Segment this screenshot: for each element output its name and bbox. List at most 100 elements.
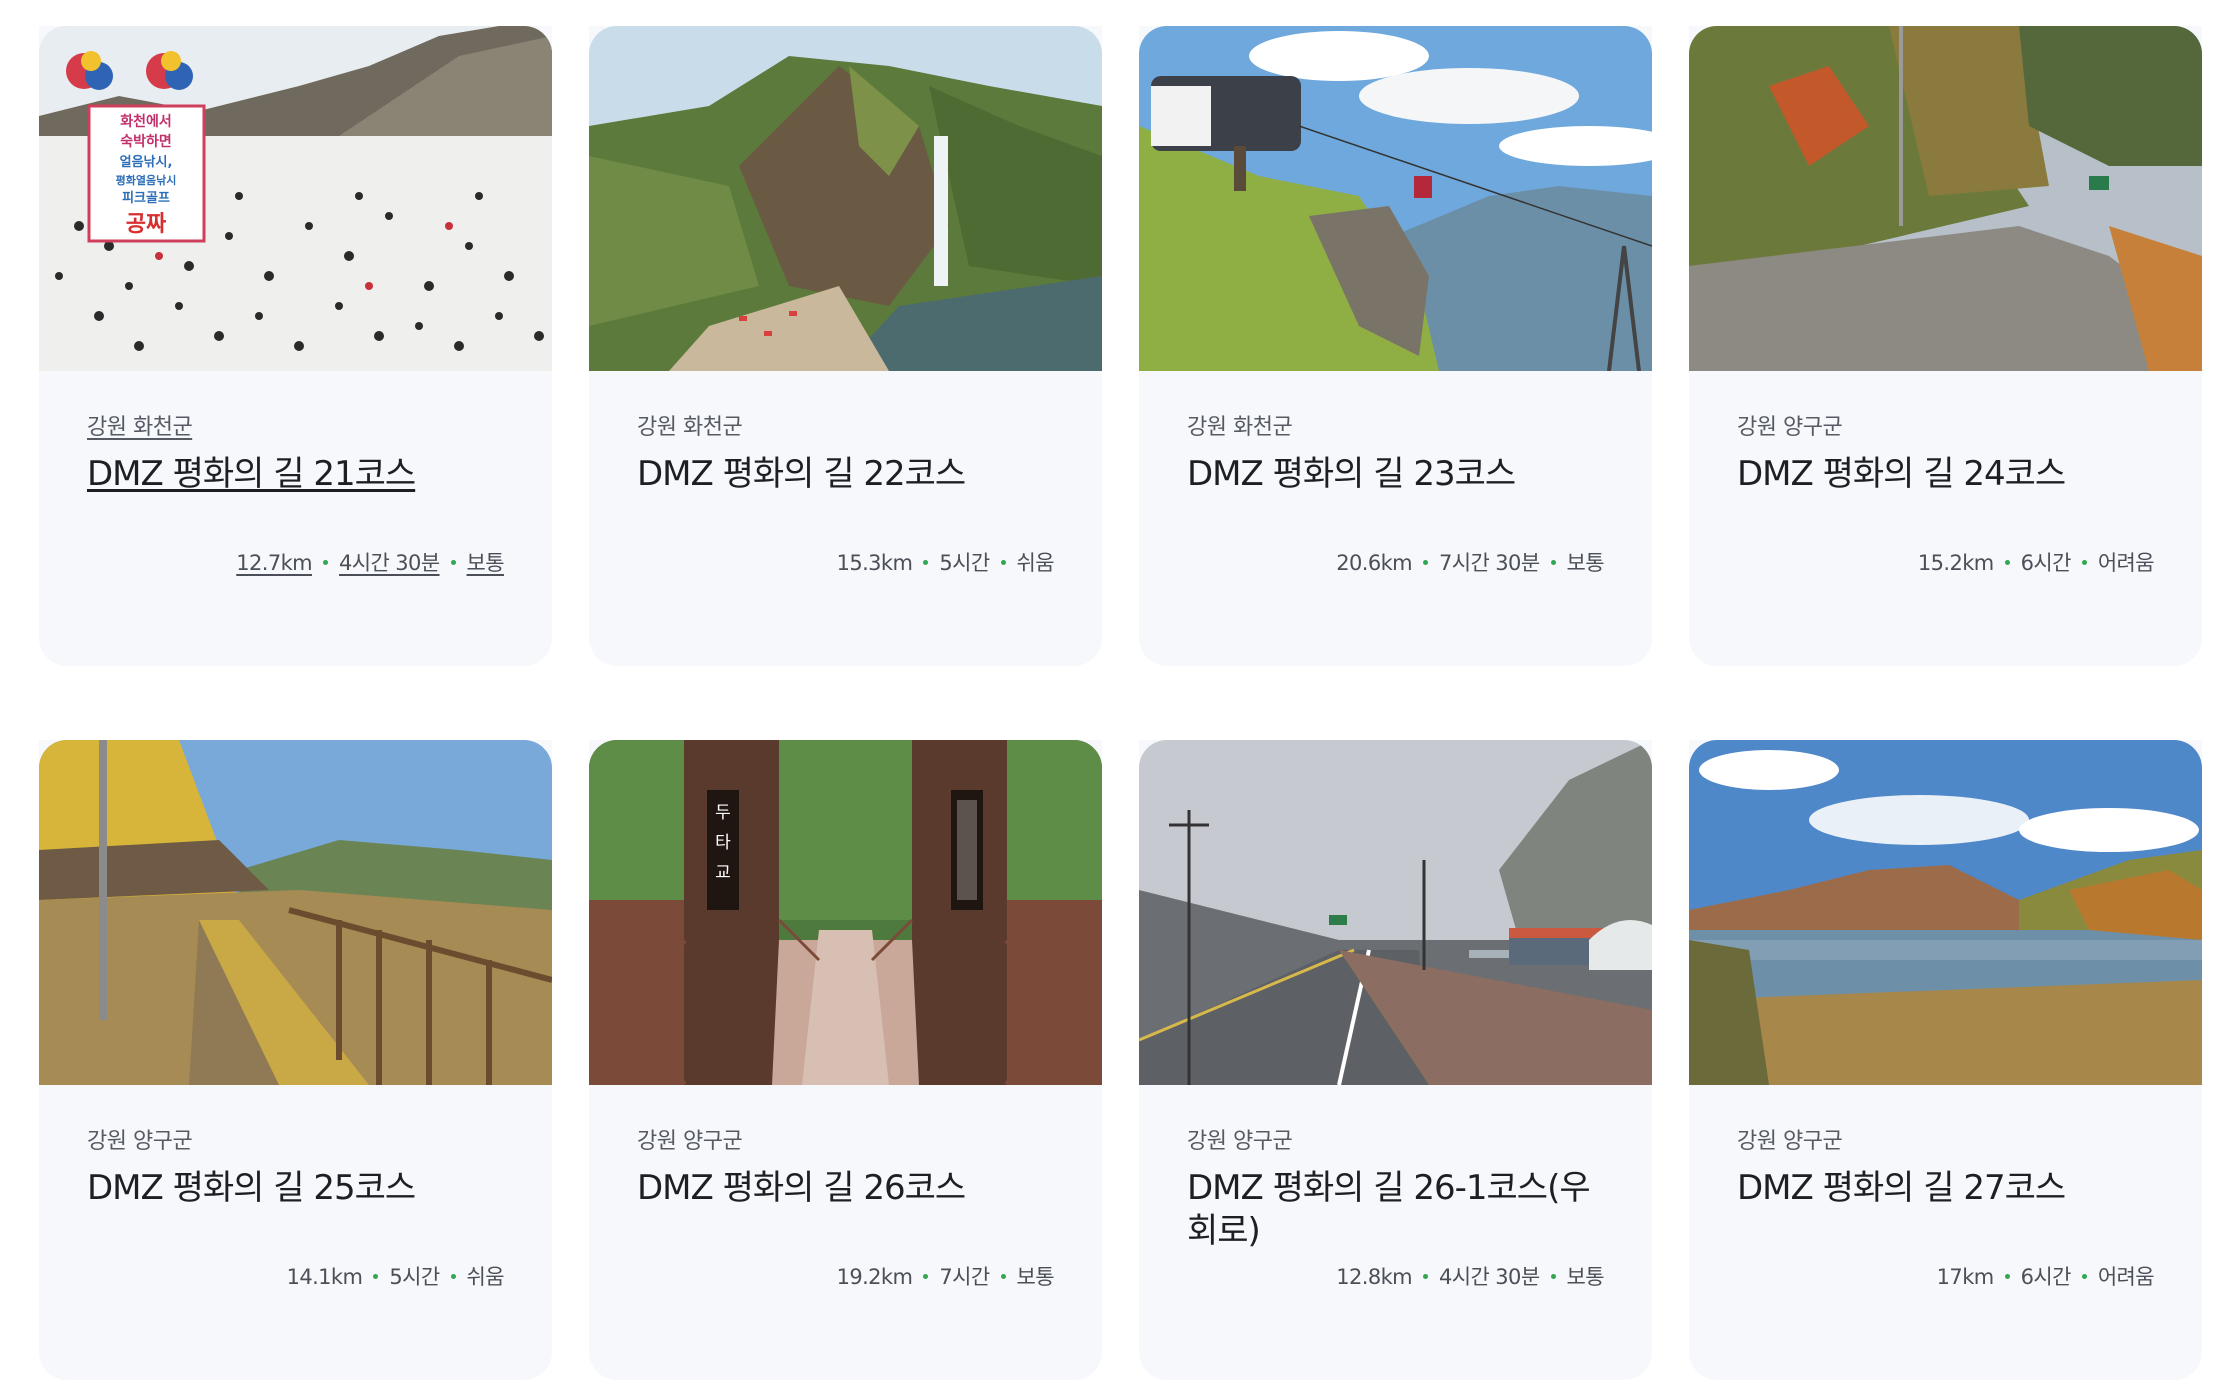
course-meta: 14.1km 5시간 쉬움 — [286, 1261, 505, 1291]
bridge-sign-char-1: 두 — [715, 803, 731, 823]
course-title[interactable]: DMZ 평화의 길 22코스 — [637, 453, 1057, 496]
course-info: 강원 양구군 DMZ 평화의 길 26코스 19.2km 7시간 보통 — [589, 1085, 1102, 1380]
separator-dot — [450, 559, 456, 565]
course-thumbnail[interactable]: 두 타 교 — [589, 740, 1102, 1085]
separator-dot — [1000, 1273, 1006, 1279]
course-difficulty: 쉬움 — [1016, 551, 1055, 575]
course-distance: 14.1km — [286, 1265, 363, 1289]
separator-dot — [1550, 1273, 1556, 1279]
course-distance: 15.3km — [836, 551, 913, 575]
course-duration: 7시간 — [939, 1265, 990, 1289]
separator-dot — [923, 559, 929, 565]
course-card[interactable]: 강원 양구군 DMZ 평화의 길 26-1코스(우회로) 12.8km 4시간 3… — [1139, 740, 1652, 1380]
course-distance: 17km — [1936, 1265, 1995, 1289]
course-distance: 15.2km — [1917, 551, 1994, 575]
foggy-road-image — [1139, 740, 1652, 1085]
separator-dot — [1000, 559, 1006, 565]
course-difficulty: 보통 — [1566, 1265, 1605, 1289]
course-title[interactable]: DMZ 평화의 길 23코스 — [1187, 453, 1607, 496]
course-difficulty: 보통 — [466, 551, 505, 575]
course-distance: 12.7km — [236, 551, 313, 575]
ice-festival-image: 화천에서 숙박하면 얼음낚시, 평화열음낚시 피크골프 공짜 — [39, 26, 552, 371]
course-region: 강원 화천군 — [637, 415, 743, 440]
course-duration: 5시간 — [939, 551, 990, 575]
course-difficulty: 보통 — [1566, 551, 1605, 575]
banner-line-2: 숙박하면 — [120, 133, 172, 150]
separator-dot — [450, 1273, 456, 1279]
course-region: 강원 양구군 — [1737, 1129, 1843, 1154]
course-card[interactable]: 강원 양구군 DMZ 평화의 길 24코스 15.2km 6시간 어려움 — [1689, 26, 2202, 666]
bridge-sign-char-2: 타 — [715, 833, 731, 853]
course-title[interactable]: DMZ 평화의 길 25코스 — [87, 1167, 507, 1210]
separator-dot — [373, 1273, 379, 1279]
separator-dot — [1423, 559, 1429, 565]
bridge-sign-char-3: 교 — [715, 863, 731, 883]
boardwalk-image — [39, 740, 552, 1085]
separator-dot — [2081, 559, 2087, 565]
course-card[interactable]: 두 타 교 강원 양구군 DMZ 평화의 길 26코스 19.2km 7시간 보통 — [589, 740, 1102, 1380]
course-meta: 17km 6시간 어려움 — [1936, 1261, 2155, 1291]
course-region: 강원 화천군 — [1187, 415, 1293, 440]
course-duration: 6시간 — [2020, 1265, 2072, 1289]
separator-dot — [2081, 1273, 2087, 1279]
banner-line-4: 평화열음낚시 — [116, 173, 177, 187]
course-thumbnail[interactable] — [1689, 740, 2202, 1085]
course-thumbnail[interactable] — [589, 26, 1102, 371]
course-duration: 7시간 30분 — [1439, 551, 1540, 575]
course-difficulty: 쉬움 — [466, 1265, 505, 1289]
course-info: 강원 양구군 DMZ 평화의 길 27코스 17km 6시간 어려움 — [1689, 1085, 2202, 1380]
separator-dot — [2004, 1273, 2010, 1279]
autumn-road-image — [1689, 26, 2202, 371]
course-title[interactable]: DMZ 평화의 길 21코스 — [87, 453, 507, 496]
separator-dot — [2004, 559, 2010, 565]
course-meta: 19.2km 7시간 보통 — [837, 1261, 1055, 1291]
course-card[interactable]: 강원 화천군 DMZ 평화의 길 23코스 20.6km 7시간 30분 보통 — [1139, 26, 1652, 666]
course-title[interactable]: DMZ 평화의 길 27코스 — [1737, 1167, 2157, 1210]
banner-line-5: 피크골프 — [122, 191, 170, 206]
course-title[interactable]: DMZ 평화의 길 26코스 — [637, 1167, 1057, 1210]
separator-dot — [1423, 1273, 1429, 1279]
course-meta: 20.6km 7시간 30분 보통 — [1336, 547, 1604, 577]
course-distance: 20.6km — [1336, 551, 1413, 575]
banner-line-1: 화천에서 — [120, 114, 172, 130]
course-region: 강원 양구군 — [637, 1129, 743, 1154]
course-duration: 6시간 — [2020, 551, 2072, 575]
lake-image — [1689, 740, 2202, 1085]
separator-dot — [323, 559, 329, 565]
course-difficulty: 어려움 — [2097, 551, 2155, 575]
separator-dot — [923, 1273, 929, 1279]
course-meta: 12.8km 4시간 30분 보통 — [1336, 1261, 1604, 1291]
course-thumbnail[interactable] — [39, 740, 552, 1085]
course-card[interactable]: 강원 양구군 DMZ 평화의 길 27코스 17km 6시간 어려움 — [1689, 740, 2202, 1380]
course-region: 강원 양구군 — [87, 1129, 193, 1154]
course-title[interactable]: DMZ 평화의 길 24코스 — [1737, 453, 2157, 496]
course-difficulty: 어려움 — [2097, 1265, 2155, 1289]
course-region: 강원 양구군 — [1737, 415, 1843, 440]
course-info: 강원 양구군 DMZ 평화의 길 24코스 15.2km 6시간 어려움 — [1689, 371, 2202, 666]
course-meta: 15.3km 5시간 쉬움 — [836, 547, 1055, 577]
course-region: 강원 화천군 — [87, 415, 193, 440]
cable-car-image — [1139, 26, 1652, 371]
separator-dot — [1550, 559, 1556, 565]
course-card[interactable]: 강원 양구군 DMZ 평화의 길 25코스 14.1km 5시간 쉬움 — [39, 740, 552, 1380]
course-info: 강원 화천군 DMZ 평화의 길 23코스 20.6km 7시간 30분 보통 — [1139, 371, 1652, 666]
course-card[interactable]: 화천에서 숙박하면 얼음낚시, 평화열음낚시 피크골프 공짜 강원 화천군 DM… — [39, 26, 552, 666]
course-info: 강원 화천군 DMZ 평화의 길 22코스 15.3km 5시간 쉬움 — [589, 371, 1102, 666]
course-difficulty: 보통 — [1016, 1265, 1055, 1289]
waterfall-image — [589, 26, 1102, 371]
course-meta: 12.7km 4시간 30분 보통 — [236, 547, 504, 577]
course-region: 강원 양구군 — [1187, 1129, 1293, 1154]
banner-line-3: 얼음낚시, — [120, 154, 173, 170]
course-thumbnail[interactable]: 화천에서 숙박하면 얼음낚시, 평화열음낚시 피크골프 공짜 — [39, 26, 552, 371]
course-thumbnail[interactable] — [1689, 26, 2202, 371]
course-card[interactable]: 강원 화천군 DMZ 평화의 길 22코스 15.3km 5시간 쉬움 — [589, 26, 1102, 666]
course-duration: 4시간 30분 — [339, 551, 440, 575]
course-thumbnail[interactable] — [1139, 740, 1652, 1085]
course-duration: 5시간 — [389, 1265, 440, 1289]
suspension-bridge-image: 두 타 교 — [589, 740, 1102, 1085]
course-info: 강원 화천군 DMZ 평화의 길 21코스 12.7km 4시간 30분 보통 — [39, 371, 552, 666]
course-title[interactable]: DMZ 평화의 길 26-1코스(우회로) — [1187, 1167, 1607, 1253]
course-meta: 15.2km 6시간 어려움 — [1917, 547, 2155, 577]
banner-line-6: 공짜 — [126, 212, 167, 237]
course-thumbnail[interactable] — [1139, 26, 1652, 371]
